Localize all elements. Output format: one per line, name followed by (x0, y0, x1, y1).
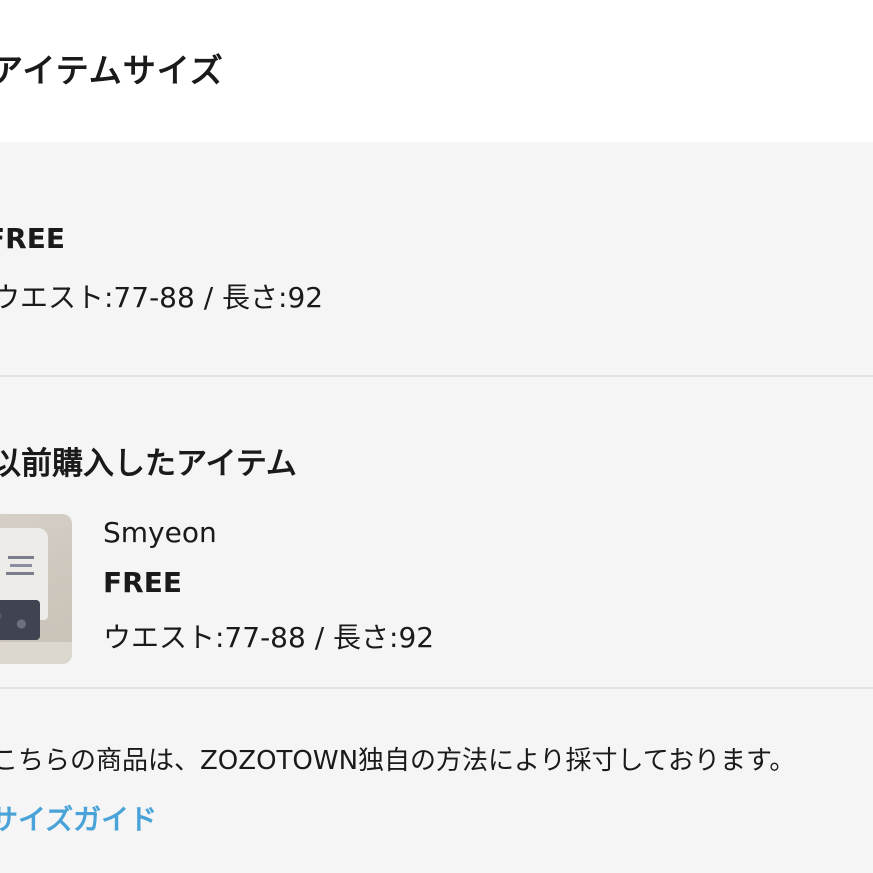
product-thumbnail[interactable] (0, 514, 72, 664)
measurement-note: こちらの商品は、ZOZOTOWN独自の方法により採寸しております。 (0, 746, 796, 776)
divider (0, 687, 873, 689)
item-size: FREE (103, 566, 182, 599)
size-detail: ウエスト:77-88 / 長さ:92 (0, 281, 324, 314)
footer: こちらの商品は、ZOZOTOWN独自の方法により採寸しております。 サイズガイド (0, 690, 873, 873)
header: アイテムサイズ (0, 0, 873, 142)
past-purchase-section: 以前購入したアイテム Smyeon FREE ウエスト:77-88 / 長さ:9… (0, 378, 873, 688)
size-guide-link[interactable]: サイズガイド (0, 798, 157, 838)
item-size-section: FREE ウエスト:77-88 / 長さ:92 (0, 142, 873, 376)
size-label: FREE (0, 222, 65, 255)
past-purchase-title: 以前購入したアイテム (0, 446, 297, 482)
item-brand: Smyeon (103, 516, 217, 549)
item-detail: ウエスト:77-88 / 長さ:92 (103, 621, 435, 654)
divider (0, 375, 873, 377)
page-title: アイテムサイズ (0, 51, 224, 90)
